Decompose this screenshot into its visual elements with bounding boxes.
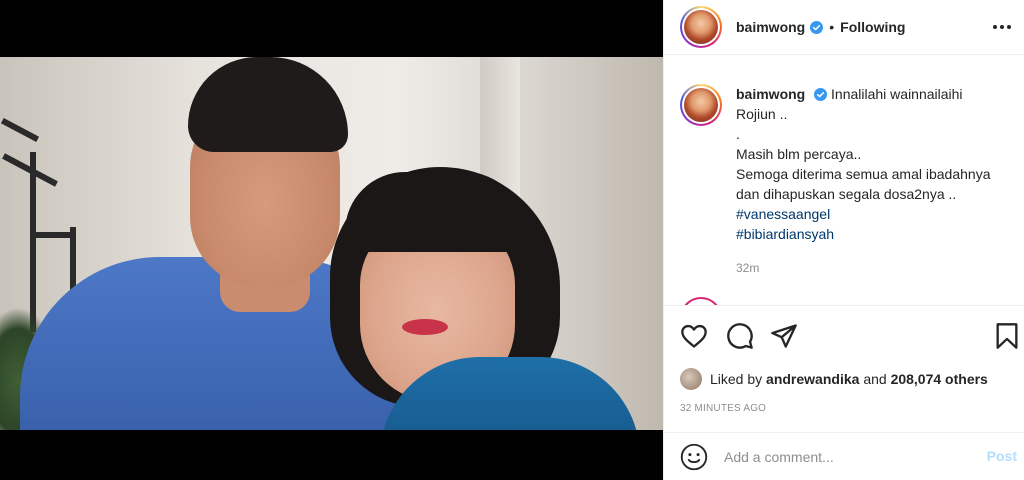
likes-prefix: Liked by — [710, 371, 763, 387]
comment-input[interactable] — [724, 448, 964, 465]
post-side-panel: baimwong • Following baimwong Innalilahi… — [663, 0, 1024, 480]
header-avatar[interactable] — [680, 6, 722, 48]
post-media[interactable] — [0, 0, 663, 480]
next-comment-avatar — [680, 297, 722, 305]
hashtag-link[interactable]: #bibiardiansyah — [736, 224, 1006, 244]
verified-badge-icon — [810, 20, 824, 34]
caption-line: Rojiun .. — [736, 106, 788, 122]
likes-count[interactable]: 208,074 others — [891, 371, 988, 387]
more-options-icon[interactable] — [991, 18, 1013, 36]
liker-username[interactable]: andrewandika — [766, 371, 859, 387]
verified-badge-icon — [814, 88, 828, 101]
post-header: baimwong • Following — [664, 0, 1024, 55]
caption-timestamp[interactable]: 32m — [736, 258, 1006, 278]
post-comment-button[interactable]: Post — [987, 448, 1017, 464]
instagram-post-view: baimwong • Following baimwong Innalilahi… — [0, 0, 1024, 480]
liker-avatar[interactable] — [680, 368, 702, 390]
heart-icon[interactable] — [680, 322, 708, 350]
caption-line: Masih blm percaya.. — [736, 146, 862, 162]
bookmark-icon[interactable] — [993, 322, 1021, 350]
likes-conjunction: and — [863, 371, 887, 387]
likes-summary: Liked by andrewandika and 208,074 others — [680, 368, 988, 390]
paper-plane-icon[interactable] — [770, 322, 798, 350]
post-photo — [0, 57, 663, 430]
caption-text: baimwong Innalilahi wainnailaihi Rojiun … — [736, 84, 1006, 278]
caption-line: Semoga diterima semua amal ibadahnya — [736, 166, 991, 182]
post-caption: baimwong Innalilahi wainnailaihi Rojiun … — [680, 84, 1010, 278]
comment-icon[interactable] — [726, 322, 754, 350]
emoji-icon[interactable] — [680, 443, 708, 471]
header-separator: • — [829, 19, 835, 35]
post-actions — [664, 305, 1024, 365]
comment-bar: Post — [664, 432, 1024, 480]
following-button[interactable]: Following — [840, 19, 905, 35]
caption-line: dan dihapuskan segala dosa2nya .. — [736, 186, 957, 202]
caption-username[interactable]: baimwong — [736, 86, 805, 102]
hashtag-link[interactable]: #vanessaangel — [736, 204, 1006, 224]
caption-line: Innalilahi wainnailaihi — [831, 86, 963, 102]
caption-line: . — [736, 126, 740, 142]
post-timestamp[interactable]: 32 MINUTES AGO — [680, 403, 766, 414]
caption-avatar[interactable] — [680, 84, 722, 126]
header-username[interactable]: baimwong — [736, 19, 805, 35]
